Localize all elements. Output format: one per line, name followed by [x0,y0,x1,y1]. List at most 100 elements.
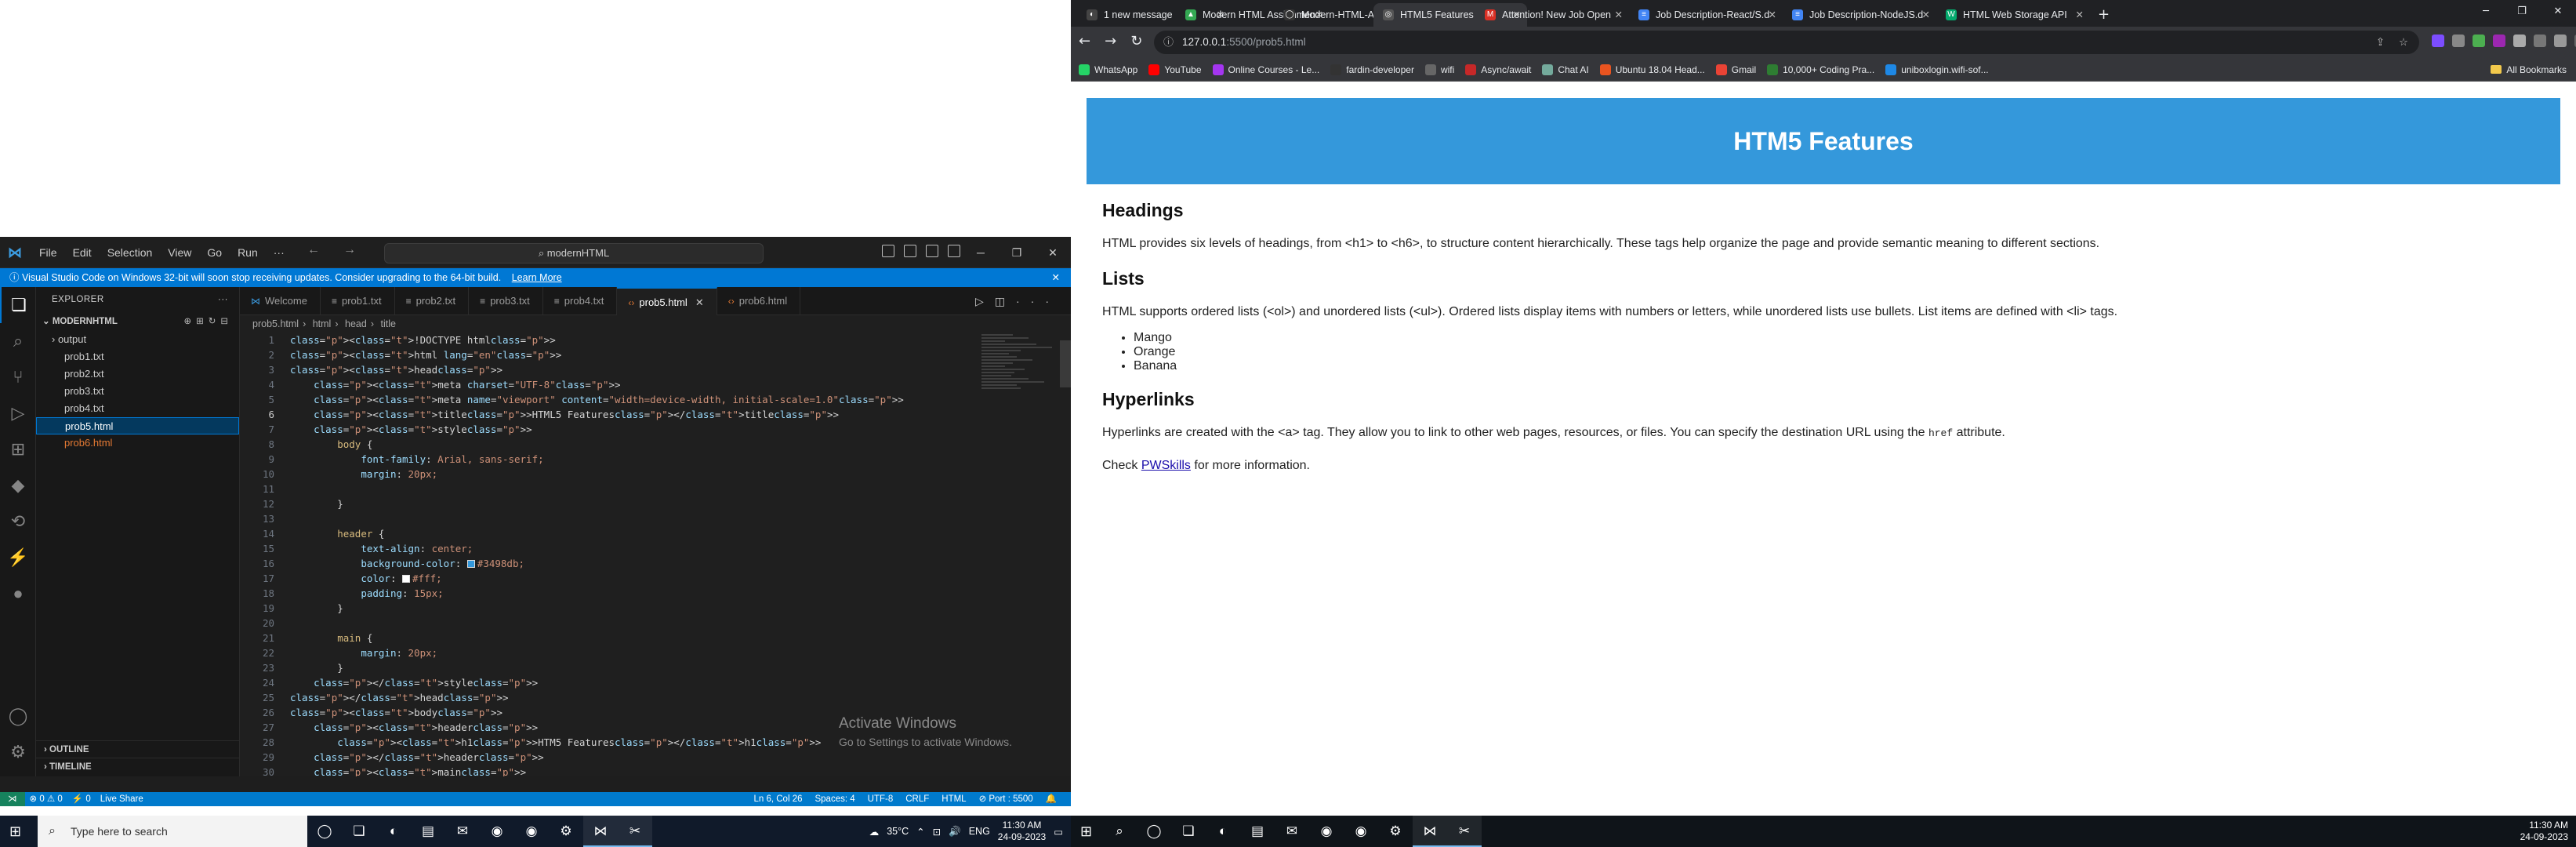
menu-go[interactable]: Go [199,237,230,268]
edge-icon[interactable]: ◐ [376,816,411,847]
reload-icon[interactable]: ↻ [1130,33,1142,49]
task-view-icon[interactable]: ❏ [1171,816,1206,847]
code-line[interactable] [290,616,904,631]
explorer-icon[interactable]: ❏ [0,287,36,323]
tab-prob2[interactable]: ≡ prob2.txt [395,287,470,315]
tab-prob3[interactable]: ≡ prob3.txt [469,287,543,315]
network-icon[interactable]: ⊡ [933,826,941,838]
code-line[interactable]: header { [290,526,904,541]
file-explorer-icon[interactable]: ▤ [1240,816,1275,847]
explorer-actions[interactable]: ⊕⊞↻⊟ [183,312,233,331]
restore-icon[interactable]: ❐ [2504,0,2540,27]
forward-arrow-icon[interactable]: → [1105,33,1116,49]
menu-more[interactable]: ··· [266,237,292,268]
tray-chevron-icon[interactable]: ⌃ [916,826,924,838]
breadcrumb-head[interactable]: head [345,318,367,329]
minimize-icon[interactable]: ─ [2468,0,2504,27]
chrome-profile-icon[interactable]: ◉ [1344,816,1378,847]
toggle-panel-icon[interactable] [904,245,916,257]
tree-item-prob5[interactable]: prob5.html [36,417,239,434]
mail-icon[interactable]: ✉ [1275,816,1309,847]
minimize-icon[interactable]: ─ [963,237,999,268]
problems-indicator[interactable]: ⊗ 0 ⚠ 0 [25,792,67,806]
code-line[interactable]: margin: 20px; [290,467,904,482]
edge-icon[interactable]: ◐ [1206,816,1240,847]
vscode-taskbar-icon[interactable]: ⋈ [1413,816,1447,847]
menu-file[interactable]: File [31,237,65,268]
live-share-icon[interactable]: ⚡ [0,540,36,576]
taskbar-search[interactable]: ⌕ Type here to search [38,816,307,847]
all-bookmarks[interactable]: All Bookmarks [2491,58,2567,82]
puzzle-icon[interactable] [2534,35,2546,47]
browser-tab[interactable]: ≡ Job Description-NodeJS.d ✕ [1783,3,1936,27]
task-view-icon[interactable]: ❏ [342,816,376,847]
forward-arrow-icon[interactable]: → [343,243,356,256]
breadcrumb-html[interactable]: html [313,318,332,329]
bookmark-wifi[interactable]: wifi [1424,58,1454,81]
windows-start-icon[interactable]: ⊞ [9,823,21,840]
browser-tab[interactable]: W HTML Web Storage API ✕ [1936,3,2090,27]
tab-welcome[interactable]: ⋈ Welcome [240,287,321,315]
timeline-section[interactable]: › TIMELINE [36,758,240,775]
extension-icon[interactable] [2432,35,2444,47]
share-icon[interactable]: ⇪ [2376,31,2385,54]
tab-prob6[interactable]: ‹› prob6.html [717,287,801,315]
menu-run[interactable]: Run [230,237,266,268]
windows-start-icon[interactable]: ⊞ [1080,823,1092,840]
bookmark-star-icon[interactable]: ☆ [2399,31,2408,54]
chrome-icon[interactable]: ◉ [480,816,514,847]
code-line[interactable]: main { [290,631,904,645]
restore-icon[interactable]: ❐ [999,237,1035,268]
address-bar[interactable]: ⓘ 127.0.0.1:5500/prob5.html ⇪ ☆ [1154,31,2419,54]
breadcrumb-file[interactable]: prob5.html [252,318,299,329]
language-mode[interactable]: HTML [935,792,972,806]
back-arrow-icon[interactable]: ← [307,243,320,256]
code-line[interactable]: class="p"></class="t">headerclass="p">> [290,750,904,765]
extension-icon[interactable] [2493,35,2505,47]
code-line[interactable]: color: #fff; [290,571,904,586]
extension-icon[interactable] [2473,35,2485,47]
minimap[interactable] [981,333,1060,427]
account-icon[interactable]: ◯ [0,698,36,734]
bookmark-udemy[interactable]: Online Courses - Le... [1212,58,1319,81]
tab-close-icon[interactable]: ✕ [1769,3,1776,27]
more-actions-icon[interactable]: ··· [1016,295,1060,307]
tree-item-output[interactable]: › output [36,331,239,348]
tab-close-icon[interactable]: ✕ [1615,3,1623,27]
remote-icon[interactable]: ⟲ [0,503,36,540]
docker-icon[interactable]: ◆ [0,467,36,503]
breadcrumb-title[interactable]: title [380,318,395,329]
tree-item-prob1[interactable]: prob1.txt [36,348,239,365]
menu-edit[interactable]: Edit [65,237,100,268]
settings-gear-icon[interactable]: ⚙ [1378,816,1413,847]
code-line[interactable]: class="p"><class="t">headclass="p">> [290,362,904,377]
site-info-icon[interactable]: ⓘ [1163,31,1174,54]
bookmark-gmail[interactable]: Gmail [1715,58,1756,81]
code-line[interactable]: padding: 15px; [290,586,904,601]
encoding[interactable]: UTF-8 [862,792,900,806]
bookmark-ubuntu[interactable]: Ubuntu 18.04 Head... [1599,58,1705,81]
code-content[interactable]: class="p"><class="t">!DOCTYPE htmlclass=… [290,333,904,776]
line-ending[interactable]: CRLF [899,792,935,806]
weather-icon[interactable]: ☁ [869,826,880,838]
notifications-bell-icon[interactable]: 🔔 [1039,792,1063,806]
code-line[interactable]: } [290,660,904,675]
cortana-icon[interactable]: ◯ [307,816,342,847]
extension-icon[interactable] [2452,35,2465,47]
notifications-icon[interactable]: ▭ [1054,826,1063,838]
split-editor-icon[interactable]: ◫ [995,295,1016,307]
mail-icon[interactable]: ✉ [445,816,480,847]
code-line[interactable]: font-family: Arial, sans-serif; [290,452,904,467]
code-line[interactable]: class="p"><class="t">!DOCTYPE htmlclass=… [290,333,904,347]
cortana-icon[interactable]: ◯ [1137,816,1171,847]
code-line[interactable]: body { [290,437,904,452]
workspace-folder[interactable]: ⌄ MODERNHTML ⊕⊞↻⊟ [36,312,239,331]
pwskills-link[interactable]: PWSkills [1141,459,1191,472]
extensions-icon[interactable]: ⊞ [0,431,36,467]
tree-item-prob3[interactable]: prob3.txt [36,383,239,400]
code-line[interactable]: class="p"></class="t">styleclass="p">> [290,675,904,690]
code-line[interactable]: class="p"><class="t">titleclass="p">>HTM… [290,407,904,422]
code-line[interactable]: margin: 20px; [290,645,904,660]
bookmark-youtube[interactable]: YouTube [1148,58,1202,81]
close-icon[interactable]: ✕ [1035,237,1071,268]
